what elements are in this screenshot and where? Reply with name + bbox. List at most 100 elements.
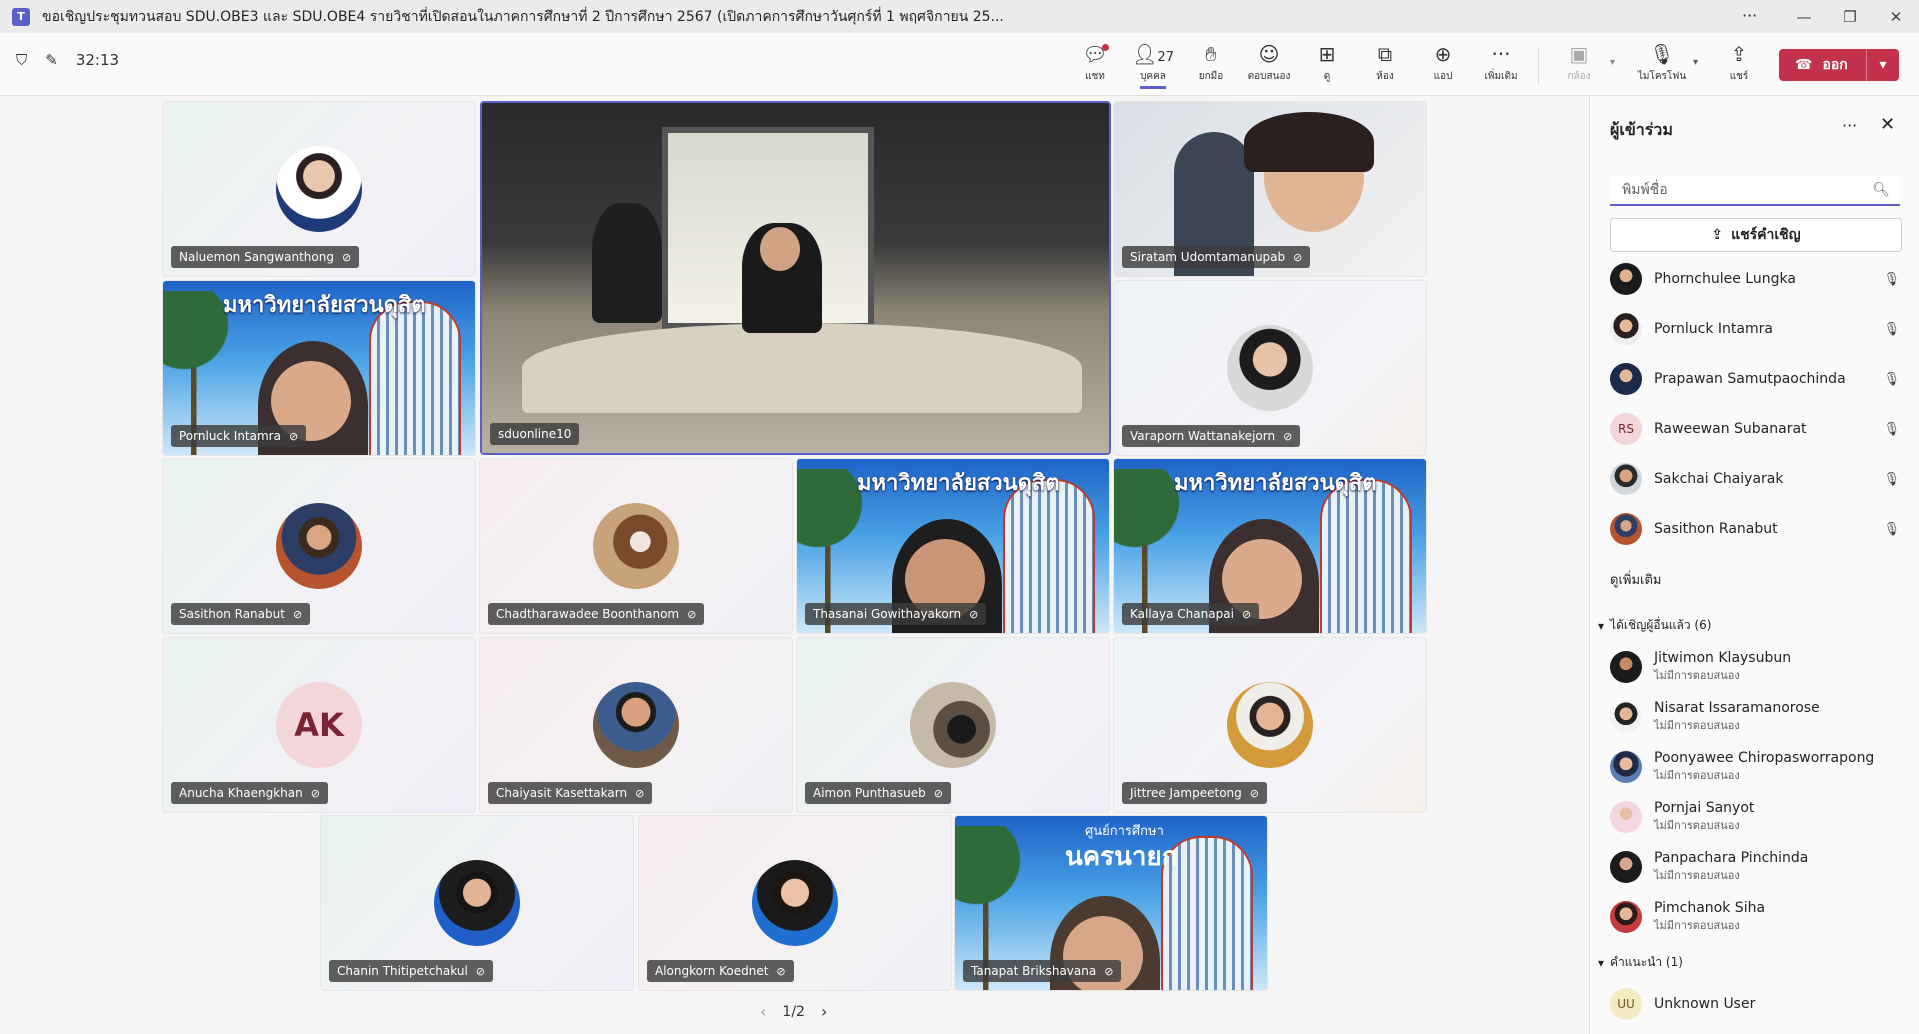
search-icon: 🔍︎ [1872, 182, 1890, 198]
status-text: ไม่มีการตอบสนอง [1654, 719, 1740, 732]
react-button[interactable]: ☺ ตอบสนอง [1241, 42, 1297, 90]
chevron-left-icon[interactable]: ‹ [760, 1002, 766, 1021]
participant-row[interactable]: Prapawan Samutpaochinda 🎙︎ [1610, 359, 1900, 399]
video-tile[interactable]: Alongkorn Koednet ⊘ [638, 815, 952, 991]
restore-icon[interactable]: ❐ [1827, 0, 1873, 33]
invited-row[interactable]: Pornjai Sanyot ไม่มีการตอบสนอง [1610, 797, 1900, 837]
mic-off-icon: ⊘ [475, 964, 486, 978]
video-tile[interactable]: AK Anucha Khaengkhan ⊘ [162, 637, 476, 813]
page-navigator: ‹ 1/2 › [760, 1002, 827, 1021]
view-button[interactable]: ⊞ ดู [1299, 42, 1355, 90]
invited-section-header[interactable]: ▾ ได้เชิญผู้อื่นแล้ว (6) [1598, 616, 1711, 635]
see-more-link[interactable]: ดูเพิ่มเติม [1610, 569, 1661, 590]
people-icon: 👤︎27 [1132, 42, 1174, 66]
video-tile[interactable]: Sasithon Ranabut ⊘ [162, 458, 476, 634]
raise-hand-button[interactable]: ✋︎ ยกมือ [1183, 42, 1239, 90]
video-tile[interactable]: มหาวิทยาลัยสวนดุสิต Thasanai Gowithayako… [796, 458, 1110, 634]
mic-off-icon[interactable]: 🎙︎ [1883, 422, 1900, 437]
video-tile[interactable]: Naluemon Sangwanthong ⊘ [162, 101, 476, 277]
participant-row[interactable]: RS Raweewan Subanarat 🎙︎ [1610, 409, 1900, 449]
close-icon[interactable]: ✕ [1873, 0, 1919, 33]
video-tile[interactable]: Aimon Punthasueb ⊘ [796, 637, 1110, 813]
invited-row[interactable]: Poonyawee Chiropasworrapong ไม่มีการตอบสน… [1610, 747, 1900, 787]
video-tile[interactable]: Chadtharawadee Boonthanom ⊘ [479, 458, 793, 634]
invited-row[interactable]: Pimchanok Siha ไม่มีการตอบสนอง [1610, 897, 1900, 937]
avatar [1227, 325, 1313, 411]
share-invite-button[interactable]: ⇪ แชร์คำเชิญ [1610, 218, 1902, 252]
participant-name: Naluemon Sangwanthong [179, 250, 334, 264]
participant-name: Varaporn Wattanakejorn [1130, 429, 1276, 443]
more-options-icon[interactable]: ··· [1842, 116, 1857, 135]
avatar-initials: RS [1610, 413, 1642, 445]
people-button[interactable]: 👤︎27 บุคคล [1125, 42, 1181, 90]
invited-row[interactable]: Jitwimon Klaysubun ไม่มีการตอบสนอง [1610, 647, 1900, 687]
close-icon[interactable]: ✕ [1880, 114, 1895, 135]
suggested-row[interactable]: UU Unknown User [1610, 984, 1900, 1024]
video-tile-featured[interactable]: sduonline10 [480, 101, 1111, 455]
video-tile[interactable]: มหาวิทยาลัยสวนดุสิต Pornluck Intamra ⊘ [162, 280, 476, 456]
divider [1538, 49, 1539, 85]
avatar [1610, 513, 1642, 545]
mic-off-icon: ⊘ [1241, 607, 1252, 621]
more-button[interactable]: ··· เพิ่มเติม [1473, 42, 1529, 90]
rooms-button[interactable]: ⧉ ห้อง [1357, 42, 1413, 90]
mic-off-icon[interactable]: 🎙︎ [1883, 272, 1900, 287]
avatar [593, 503, 679, 589]
mic-off-icon: ⊘ [341, 250, 352, 264]
person [592, 203, 662, 323]
plus-square-icon: ⊕ [1434, 42, 1452, 66]
notes-icon[interactable]: ✎ [45, 51, 58, 69]
invited-row[interactable]: Panpachara Pinchinda ไม่มีการตอบสนอง [1610, 847, 1900, 887]
avatar [276, 503, 362, 589]
mic-off-icon: ⊘ [1293, 250, 1303, 264]
mic-off-icon: 🎙︎ [1649, 42, 1675, 66]
mic-off-icon: ⊘ [776, 964, 786, 978]
camera-chevron-icon[interactable]: ▾ [1610, 57, 1615, 68]
window-controls: — ❐ ✕ [1781, 0, 1919, 33]
rooms-icon: ⧉ [1377, 42, 1393, 66]
ellipsis-icon: ··· [1491, 42, 1511, 66]
participant-row[interactable]: Pornluck Intamra 🎙︎ [1610, 309, 1900, 349]
status-text: ไม่มีการตอบสนอง [1654, 869, 1740, 882]
mic-off-icon[interactable]: 🎙︎ [1883, 322, 1900, 337]
video-tile[interactable]: Siratam Udomtamanupab ⊘ [1113, 101, 1427, 277]
mic-chevron-icon[interactable]: ▾ [1693, 57, 1698, 68]
participant-name: Siratam Udomtamanupab [1130, 250, 1286, 264]
mic-off-icon[interactable]: 🎙︎ [1883, 372, 1900, 387]
participant-row[interactable]: Phornchulee Lungka 🎙︎ [1610, 259, 1900, 299]
more-icon[interactable]: ··· [1742, 6, 1757, 25]
invited-row[interactable]: Nisarat Issaramanorose ไม่มีการตอบสนอง [1610, 697, 1900, 737]
video-tile[interactable]: Jittree Jampeetong ⊘ [1113, 637, 1427, 813]
participant-name: Chadtharawadee Boonthanom [496, 607, 680, 621]
participant-name: Chaiyasit Kasettakarn [496, 786, 628, 800]
meeting-timer: 32:13 [75, 51, 120, 69]
participant-name: Jittree Jampeetong [1130, 786, 1242, 800]
chat-button[interactable]: 💬︎ แชท [1067, 42, 1123, 90]
leave-chevron-icon[interactable]: ▾ [1866, 49, 1899, 81]
share-button[interactable]: ⇪ แชร์ [1711, 42, 1767, 90]
video-tile[interactable]: Chanin Thitipetchakul ⊘ [320, 815, 634, 991]
search-input[interactable]: พิมพ์ชื่อ 🔍︎ [1610, 176, 1900, 206]
participant-row[interactable]: Sakchai Chaiyarak 🎙︎ [1610, 459, 1900, 499]
suggested-section-header[interactable]: ▾ คำแนะนำ (1) [1598, 953, 1683, 972]
status-text: ไม่มีการตอบสนอง [1654, 669, 1740, 682]
shield-icon[interactable]: ⛉ [16, 51, 27, 69]
video-tile[interactable]: Varaporn Wattanakejorn ⊘ [1113, 280, 1427, 456]
participant-row[interactable]: Sasithon Ranabut 🎙︎ [1610, 509, 1900, 549]
mic-button[interactable]: 🎙︎ ไมโครโฟน [1631, 42, 1693, 90]
apps-button[interactable]: ⊕ แอป [1415, 42, 1471, 90]
leave-button[interactable]: ☎︎ ออก ▾ [1779, 49, 1899, 81]
minimize-icon[interactable]: — [1781, 0, 1827, 33]
chevron-right-icon[interactable]: › [821, 1002, 827, 1021]
participant-name: Tanapat Brikshavana [971, 964, 1097, 978]
video-tile[interactable]: ศูนย์การศึกษา นครนายก Tanapat Brikshavan… [954, 815, 1268, 991]
unread-dot [1102, 44, 1109, 51]
camera-button[interactable]: ▣ กล้อง [1551, 42, 1607, 90]
video-tile[interactable]: Chaiyasit Kasettakarn ⊘ [479, 637, 793, 813]
mic-off-icon[interactable]: 🎙︎ [1883, 522, 1900, 537]
mic-off-icon[interactable]: 🎙︎ [1883, 472, 1900, 487]
mic-off-icon: ⊘ [1249, 786, 1259, 800]
face [760, 227, 800, 271]
video-tile[interactable]: มหาวิทยาลัยสวนดุสิต Kallaya Chanapai ⊘ [1113, 458, 1427, 634]
share-icon: ⇪ [1730, 42, 1748, 66]
